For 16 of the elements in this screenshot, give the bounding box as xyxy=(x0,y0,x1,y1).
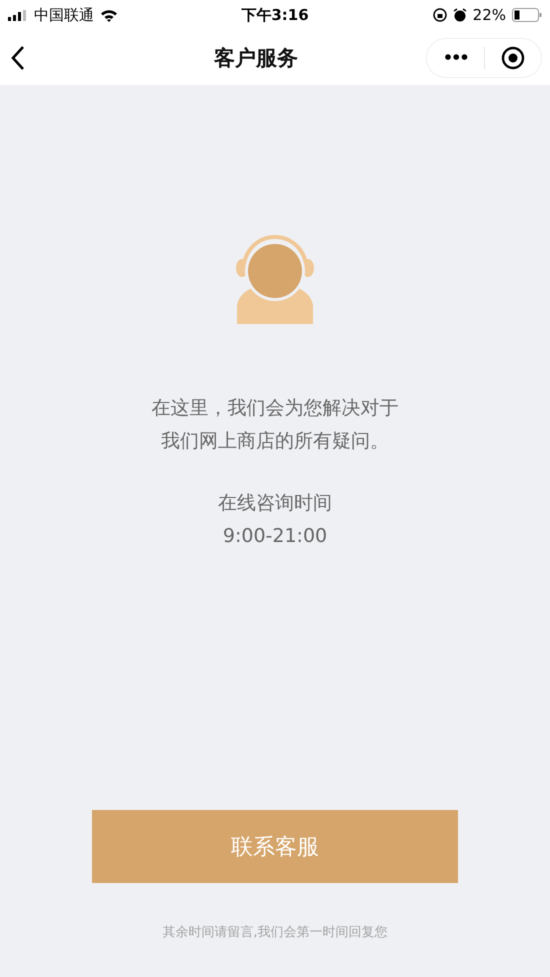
alarm-icon xyxy=(452,8,467,22)
more-button[interactable]: ••• xyxy=(427,38,484,76)
rotation-lock-icon xyxy=(432,8,447,22)
back-icon[interactable] xyxy=(10,44,26,70)
hours-value: 9:00-21:00 xyxy=(222,524,328,549)
carrier-name: 中国联通 xyxy=(34,6,94,24)
battery-icon xyxy=(512,8,542,22)
wifi-icon xyxy=(100,8,118,22)
hours-label: 在线咨询时间 xyxy=(218,491,332,516)
battery-percent: 22% xyxy=(472,6,506,24)
page-title: 客户服务 xyxy=(214,44,298,72)
intro-text: 在这里，我们会为您解决对于 我们网上商店的所有疑问。 xyxy=(152,396,398,454)
footer-note: 其余时间请留言,我们会第一时间回复您 xyxy=(162,924,388,941)
signal-icon xyxy=(8,10,28,20)
close-icon[interactable] xyxy=(500,46,525,70)
status-time: 下午3:16 xyxy=(241,6,309,24)
